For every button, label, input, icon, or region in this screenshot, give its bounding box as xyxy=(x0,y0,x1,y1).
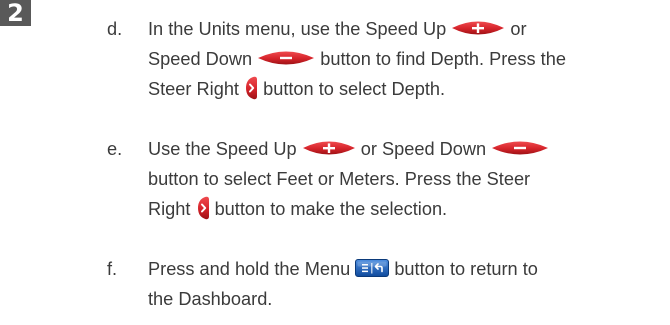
steer-right-button-icon xyxy=(244,76,258,100)
step-text: Press and hold the Menu button to return… xyxy=(148,254,538,314)
step-text-fragment: or Speed Down xyxy=(355,139,492,159)
step-letter: f. xyxy=(107,259,118,279)
step-text: Use the Speed Up or Speed Down button to… xyxy=(148,134,549,224)
instruction-step-d: d. In the Units menu, use the Speed Up o… xyxy=(107,14,670,104)
step-text-fragment: Steer Right xyxy=(148,79,245,99)
speed-up-button-icon xyxy=(302,141,356,155)
step-text-fragment: button to find Depth. Press the xyxy=(315,49,566,69)
step-text-fragment: or xyxy=(505,19,527,39)
step-text-fragment: Press and hold the Menu xyxy=(148,259,356,279)
step-text-fragment: Right xyxy=(148,199,196,219)
step-letter: e. xyxy=(107,139,123,159)
step-text: In the Units menu, use the Speed Up or S… xyxy=(148,14,566,104)
step-text-fragment: the Dashboard. xyxy=(148,289,273,309)
step-letter: d. xyxy=(107,19,123,39)
step-text-fragment: Use the Speed Up xyxy=(148,139,302,159)
menu-button-icon xyxy=(355,259,390,278)
step-text-fragment: button to select Feet or Meters. Press t… xyxy=(148,169,531,189)
step-text-fragment: In the Units menu, use the Speed Up xyxy=(148,19,452,39)
speed-down-button-icon xyxy=(257,51,315,65)
instruction-step-f: f. Press and hold the Menu button to ret… xyxy=(107,254,670,314)
steer-right-button-icon xyxy=(196,196,210,220)
step-text-fragment: button to select Depth. xyxy=(258,79,446,99)
step-text-fragment: button to make the selection. xyxy=(209,199,448,219)
instruction-step-e: e. Use the Speed Up or Speed Down button… xyxy=(107,134,670,224)
speed-up-button-icon xyxy=(451,21,505,35)
speed-down-button-icon xyxy=(491,141,549,155)
step-text-fragment: Speed Down xyxy=(148,49,258,69)
step-text-fragment: button to return to xyxy=(389,259,538,279)
step-number-badge: 2 xyxy=(0,0,31,26)
